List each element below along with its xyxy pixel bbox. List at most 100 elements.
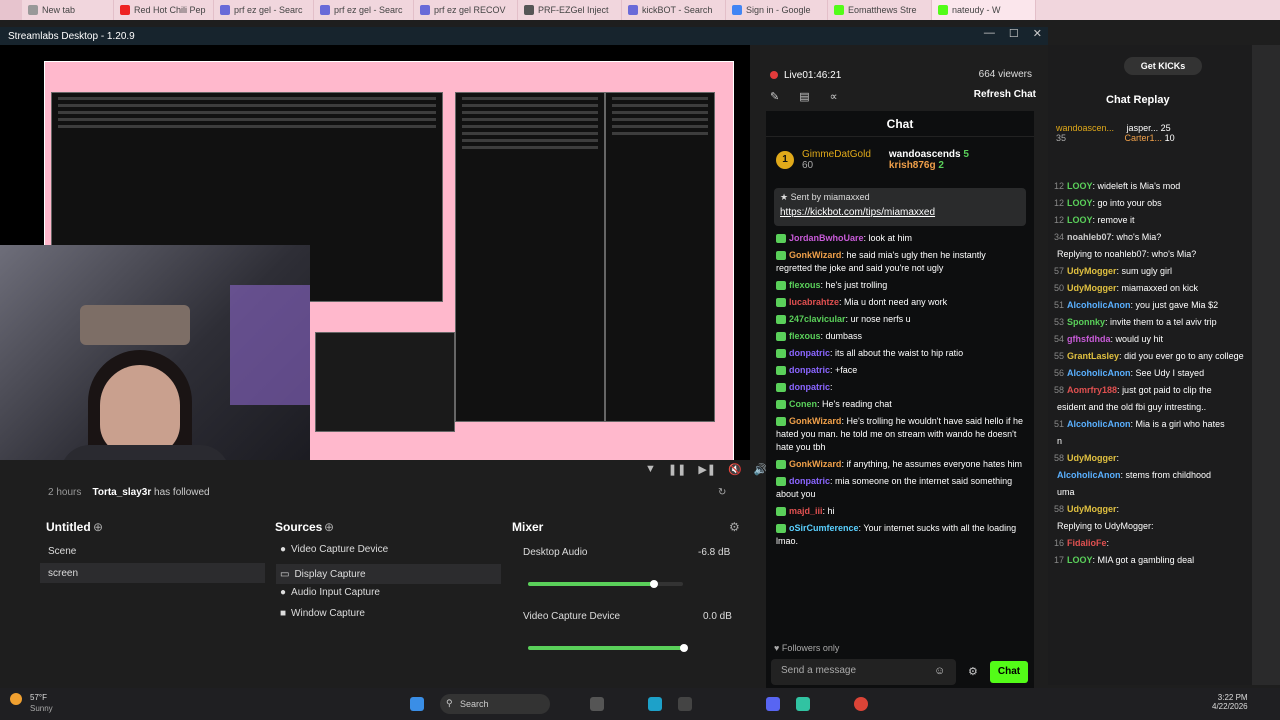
replay-username[interactable]: UdyMogger (1067, 504, 1117, 514)
replay-timestamp: 12 (1054, 198, 1065, 208)
maximize-icon[interactable]: ☐ (1009, 27, 1019, 40)
browser-tab[interactable]: prf ez gel - Searc (214, 0, 314, 20)
filter-icon[interactable]: ▼ (645, 463, 656, 476)
activity-time: 2 hours (48, 487, 82, 498)
source-item[interactable]: ● Video Capture Device (280, 544, 500, 555)
chat-username[interactable]: donpatric (789, 365, 830, 375)
browser-tab[interactable]: prf ez gel - Searc (314, 0, 414, 20)
browser-tab[interactable]: Eomatthews Stre (828, 0, 932, 20)
clip-icon[interactable]: ▤ (799, 90, 809, 103)
browser-sidebar (1252, 45, 1280, 685)
chat-username[interactable]: donpatric (789, 382, 830, 392)
browser-tab[interactable]: Sign in - Google (726, 0, 828, 20)
replay-username[interactable]: AlcoholicAnon (1067, 419, 1131, 429)
source-item-selected[interactable]: ▭ Display Capture (276, 564, 501, 584)
browser-tab-active[interactable]: nateudy - W (932, 0, 1036, 20)
pinned-link[interactable]: https://kickbot.com/tips/miamaxxed (780, 207, 1020, 218)
replay-username[interactable]: AlcoholicAnon (1067, 300, 1131, 310)
replay-username[interactable]: GrantLasley (1067, 351, 1119, 361)
youtube-icon (120, 5, 130, 15)
browser-tab[interactable]: Red Hot Chili Pep (114, 0, 214, 20)
chat-message: donpatric: mia someone on the internet s… (776, 476, 1013, 499)
source-item[interactable]: ■ Window Capture (280, 608, 500, 619)
windows-start-icon[interactable] (410, 697, 424, 711)
edit-icon[interactable]: ✎ (770, 90, 779, 103)
browser-tab[interactable]: PRF-EZGel Inject (518, 0, 622, 20)
replay-username[interactable]: UdyMogger (1067, 453, 1117, 463)
source-item[interactable]: ● Audio Input Capture (280, 587, 500, 598)
replay-username[interactable]: LOOY (1067, 198, 1093, 208)
chat-username[interactable]: Conen (789, 399, 817, 409)
weather-widget[interactable]: 57°F Sunny (10, 693, 53, 713)
replay-username[interactable]: AlcoholicAnon (1067, 368, 1131, 378)
add-scene-button[interactable]: ⊕ (93, 520, 103, 534)
skip-icon[interactable]: ▶❚ (698, 463, 716, 476)
taskbar-search[interactable]: ⚲ Search (440, 694, 550, 714)
minimize-icon[interactable]: — (984, 27, 995, 40)
replay-username[interactable]: Sponnky (1067, 317, 1105, 327)
chat-username[interactable]: donpatric (789, 476, 830, 486)
replay-username[interactable]: FidalioFe (1067, 538, 1107, 548)
replay-timestamp: 51 (1054, 300, 1065, 310)
chat-username[interactable]: GonkWizard (789, 416, 841, 426)
chat-username[interactable]: JordanBwhoUare (789, 233, 864, 243)
chat-username[interactable]: flexous (789, 280, 821, 290)
store-icon[interactable] (678, 697, 692, 711)
chat-username[interactable]: GonkWizard (789, 250, 841, 260)
replay-username[interactable]: LOOY (1067, 181, 1093, 191)
emoji-icon[interactable]: ☺ (934, 665, 945, 677)
replay-username[interactable]: UdyMogger (1067, 283, 1117, 293)
discord-icon[interactable] (766, 697, 780, 711)
chat-username[interactable]: majd_iii (789, 506, 823, 516)
chat-message-input[interactable]: Send a message (771, 659, 956, 685)
mixer-settings-icon[interactable]: ⚙ (729, 520, 740, 534)
replay-username[interactable]: UdyMogger (1067, 266, 1117, 276)
replay-username[interactable]: gfhsfdhda (1067, 334, 1111, 344)
settings-icon[interactable]: ⚙ (968, 665, 978, 678)
chrome-icon[interactable] (854, 697, 868, 711)
clock[interactable]: 3:22 PM 4/22/2026 (1212, 693, 1248, 711)
chat-message: donpatric: its all about the waist to hi… (766, 345, 1034, 362)
scene-item-selected[interactable]: screen (40, 563, 265, 583)
edge-icon[interactable] (648, 697, 662, 711)
refresh-icon[interactable]: ↻ (718, 487, 726, 498)
share-icon[interactable]: ∝ (830, 90, 838, 103)
scene-item[interactable]: Scene (40, 542, 265, 560)
browser-tab[interactable]: New tab (22, 0, 114, 20)
desktop-audio-knob[interactable] (650, 580, 658, 588)
chat-username[interactable]: 247clavicular (789, 314, 846, 324)
pinned-message[interactable]: ★ Sent by miamaxxed https://kickbot.com/… (774, 188, 1026, 226)
close-icon[interactable]: ✕ (1033, 27, 1042, 40)
stream-preview[interactable] (0, 45, 750, 460)
chat-username[interactable]: donpatric (789, 348, 830, 358)
badge-icon (776, 460, 786, 470)
chat-username[interactable]: GonkWizard (789, 459, 841, 469)
add-source-button[interactable]: ⊕ (324, 520, 334, 534)
get-kicks-button[interactable]: Get KICKs (1124, 57, 1202, 75)
replay-username[interactable]: noahleb07 (1067, 232, 1112, 242)
chat-message: oSirCumference: Your internet sucks with… (776, 523, 1017, 546)
mixer-channel-name: Desktop Audio (523, 547, 588, 558)
replay-timestamp: 17 (1054, 555, 1065, 565)
browser-tab-strip: New tab Red Hot Chili Pep prf ez gel - S… (0, 0, 1280, 20)
mixer-channel-level: 0.0 dB (703, 611, 732, 622)
pause-icon[interactable]: ❚❚ (668, 463, 686, 476)
search-icon (628, 5, 638, 15)
file-explorer-icon[interactable] (590, 697, 604, 711)
replay-username[interactable]: Aomrfry188 (1067, 385, 1117, 395)
streamlabs-icon[interactable] (796, 697, 810, 711)
browser-tab[interactable]: kickBOT - Search (622, 0, 726, 20)
video-capture-knob[interactable] (680, 644, 688, 652)
chat-username[interactable]: oSirCumference (789, 523, 859, 533)
new-tab-icon (28, 5, 38, 15)
replay-username[interactable]: AlcoholicAnon (1057, 470, 1121, 480)
chat-username[interactable]: lucabrahtze (789, 297, 839, 307)
replay-username[interactable]: LOOY (1067, 215, 1093, 225)
send-chat-button[interactable]: Chat (990, 661, 1028, 683)
browser-profile-icon[interactable] (0, 0, 22, 20)
chat-username[interactable]: flexous (789, 331, 821, 341)
mute-icon[interactable]: 🔇 (728, 463, 742, 476)
browser-tab[interactable]: prf ez gel RECOV (414, 0, 518, 20)
refresh-chat-button[interactable]: Refresh Chat (974, 89, 1036, 100)
replay-username[interactable]: LOOY (1067, 555, 1093, 565)
